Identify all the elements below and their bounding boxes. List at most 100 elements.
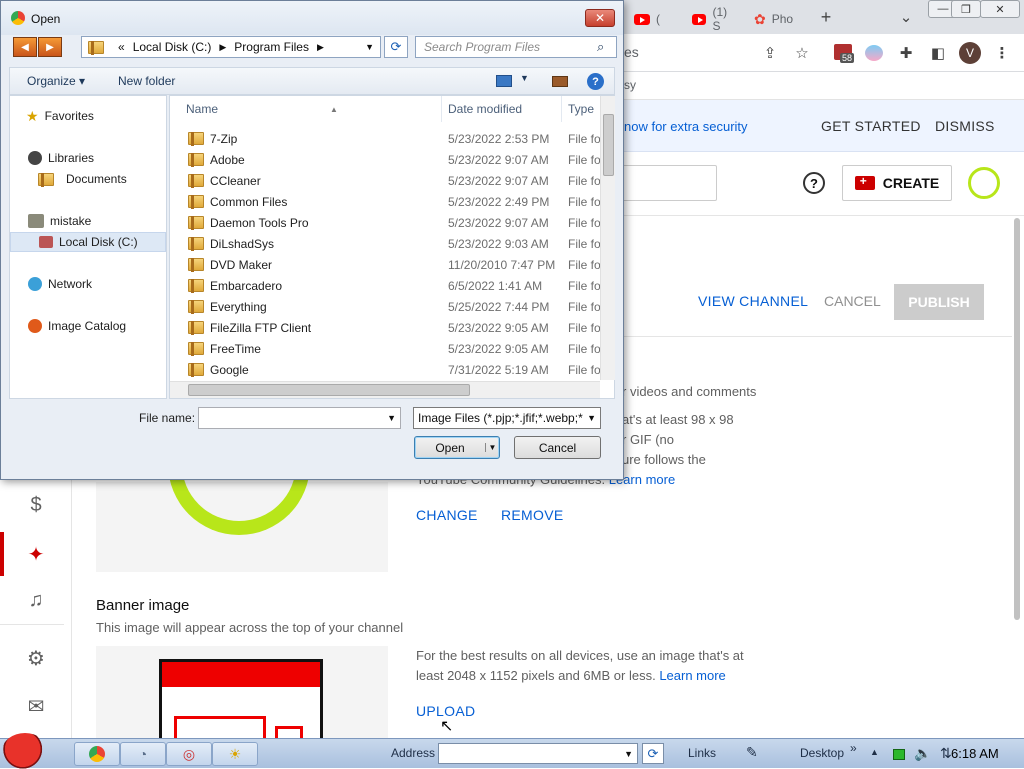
feedback-icon[interactable]: ✉ xyxy=(0,686,72,726)
nav-favorites[interactable]: ★ Favorites xyxy=(10,106,166,126)
dollar-icon[interactable]: $ xyxy=(0,485,72,525)
help-icon[interactable]: ? xyxy=(587,73,604,90)
nav-computer[interactable]: mistake xyxy=(10,211,166,231)
back-button[interactable]: ◀ xyxy=(13,37,37,57)
file-row[interactable]: 7-Zip 5/23/2022 2:53 PM File fol xyxy=(170,128,602,149)
cancel-button[interactable]: CANCEL xyxy=(824,293,881,309)
address-input[interactable]: ▼ xyxy=(438,743,638,764)
file-row[interactable]: Embarcadero 6/5/2022 1:41 AM File fol xyxy=(170,275,602,296)
battery-icon[interactable] xyxy=(893,749,905,760)
close-window-button[interactable]: ✕ xyxy=(980,0,1020,18)
nav-image-catalog[interactable]: Image Catalog xyxy=(10,316,166,336)
chevron-down-icon[interactable]: ▼ xyxy=(365,42,374,52)
nav-libraries[interactable]: Libraries xyxy=(10,148,166,168)
search-input[interactable]: Search Program Files xyxy=(415,36,617,58)
magic-wand-icon[interactable]: ✦ xyxy=(0,534,72,574)
side-panel-icon[interactable]: ◧ xyxy=(928,43,948,63)
clock[interactable]: 6:18 AM xyxy=(951,746,999,761)
breadcrumb-prefix[interactable]: « xyxy=(118,40,125,54)
file-row[interactable]: Adobe 5/23/2022 9:07 AM File fol xyxy=(170,149,602,170)
file-row[interactable]: Google 7/31/2022 5:19 AM File fol xyxy=(170,359,602,380)
tab-search-button[interactable]: ⌄ xyxy=(896,7,916,27)
taskbar-app-button[interactable]: ◔ xyxy=(120,742,166,766)
remove-button[interactable]: REMOVE xyxy=(501,507,563,523)
browser-tab[interactable]: (1) S xyxy=(684,4,744,34)
new-tab-button[interactable]: + xyxy=(816,7,836,27)
channel-avatar[interactable] xyxy=(968,167,1000,199)
go-button[interactable]: ⟳ xyxy=(642,743,664,764)
network-tray-icon[interactable]: ⇅ xyxy=(940,745,952,762)
profile-extension-icon[interactable] xyxy=(865,45,883,61)
avatar[interactable]: V xyxy=(959,42,981,64)
create-button[interactable]: CREATE xyxy=(842,165,952,201)
file-type-select[interactable]: Image Files (*.pjp;*.jfif;*.webp;* ▼ xyxy=(413,407,601,429)
column-header-date[interactable]: Date modified xyxy=(442,96,562,122)
omnibox-text[interactable]: es xyxy=(624,44,639,60)
bookmark-star-icon[interactable]: ☆ xyxy=(792,43,812,63)
chevron-down-icon[interactable]: ▼ xyxy=(387,413,396,423)
taskbar-app-button[interactable]: ◎ xyxy=(166,742,212,766)
view-icon[interactable] xyxy=(496,75,512,87)
taskbar-app-button[interactable]: ☀ xyxy=(212,742,258,766)
file-name-input[interactable]: ▼ xyxy=(198,407,401,429)
file-row[interactable]: DiLshadSys 5/23/2022 9:03 AM File fol xyxy=(170,233,602,254)
chevron-right-icon[interactable]: ▶ xyxy=(317,42,324,53)
preview-pane-icon[interactable] xyxy=(552,76,568,87)
file-row[interactable]: DVD Maker 11/20/2010 7:47 PM File fol xyxy=(170,254,602,275)
chevron-right-icon[interactable]: ▶ xyxy=(219,42,226,53)
help-icon[interactable]: ? xyxy=(803,172,825,194)
dismiss-button[interactable]: DISMISS xyxy=(935,118,995,134)
breadcrumb-part[interactable]: Program Files xyxy=(234,40,309,54)
nav-network[interactable]: Network xyxy=(10,274,166,294)
taskbar-chrome-button[interactable] xyxy=(74,742,120,766)
browser-tab[interactable]: ✿ Pho xyxy=(746,4,804,34)
forward-button[interactable]: ▶ xyxy=(38,37,62,57)
refresh-button[interactable]: ⟳ xyxy=(384,36,408,58)
volume-icon[interactable]: 🔈 xyxy=(914,745,931,762)
dialog-titlebar[interactable]: Open ✕ xyxy=(1,1,623,35)
file-row[interactable]: Everything 5/25/2022 7:44 PM File fol xyxy=(170,296,602,317)
file-row[interactable]: FileZilla FTP Client 5/23/2022 9:05 AM Fil… xyxy=(170,317,602,338)
notepad-icon[interactable]: ✎ xyxy=(746,744,758,761)
page-scrollbar-thumb[interactable] xyxy=(1014,218,1020,620)
chevron-down-icon[interactable]: ▼ xyxy=(520,73,529,83)
links-toolbar[interactable]: Links xyxy=(688,746,716,760)
tray-expand-icon[interactable]: ▲ xyxy=(870,747,879,757)
share-icon[interactable]: ⇪ xyxy=(760,43,780,63)
chevron-down-icon[interactable]: ▼ xyxy=(485,443,499,452)
search-icon[interactable]: ⌕ xyxy=(597,39,604,55)
file-row[interactable]: FreeTime 5/23/2022 9:05 AM File fol xyxy=(170,338,602,359)
column-header-name[interactable]: Name ▲ xyxy=(180,96,442,122)
get-started-button[interactable]: GET STARTED xyxy=(821,118,921,134)
file-row[interactable]: Daemon Tools Pro 5/23/2022 9:07 AM File fo… xyxy=(170,212,602,233)
chevron-down-icon[interactable]: ▼ xyxy=(624,749,633,759)
breadcrumb-part[interactable]: Local Disk (C:) xyxy=(133,40,212,54)
open-button[interactable]: Open ▼ xyxy=(414,436,500,459)
horizontal-scrollbar[interactable] xyxy=(170,381,600,398)
toolbar-chevron[interactable]: » xyxy=(850,741,857,755)
view-channel-button[interactable]: VIEW CHANNEL xyxy=(698,293,808,309)
file-row[interactable]: CCleaner 5/23/2022 9:07 AM File fol xyxy=(170,170,602,191)
bookmark-item[interactable]: sy xyxy=(624,78,636,92)
puzzle-icon[interactable]: ✚ xyxy=(896,43,916,63)
audio-library-icon[interactable]: ♫ xyxy=(0,580,72,620)
browser-tab[interactable]: ( xyxy=(626,4,682,34)
dialog-cancel-button[interactable]: Cancel xyxy=(514,436,601,459)
desktop-toolbar[interactable]: Desktop xyxy=(800,746,844,760)
publish-button[interactable]: PUBLISH xyxy=(894,284,984,320)
breadcrumb[interactable]: « Local Disk (C:) ▶ Program Files ▶ ▼ xyxy=(81,36,381,58)
settings-icon[interactable]: ⚙ xyxy=(0,638,72,678)
nav-local-disk[interactable]: Local Disk (C:) xyxy=(10,232,166,252)
nav-documents[interactable]: Documents xyxy=(10,169,166,189)
learn-more-link[interactable]: Learn more xyxy=(659,668,725,683)
new-folder-button[interactable]: New folder xyxy=(118,74,175,88)
change-button[interactable]: CHANGE xyxy=(416,507,478,523)
restore-button[interactable]: ❐ xyxy=(951,0,981,18)
scrollbar-thumb[interactable] xyxy=(603,114,614,176)
vertical-scrollbar[interactable] xyxy=(600,96,615,380)
menu-icon[interactable]: ⋮ xyxy=(992,43,1012,63)
organize-button[interactable]: Organize ▾ xyxy=(27,74,85,88)
close-icon[interactable]: ✕ xyxy=(585,9,615,27)
file-row[interactable]: Common Files 5/23/2022 2:49 PM File fol xyxy=(170,191,602,212)
scrollbar-thumb[interactable] xyxy=(188,384,470,396)
